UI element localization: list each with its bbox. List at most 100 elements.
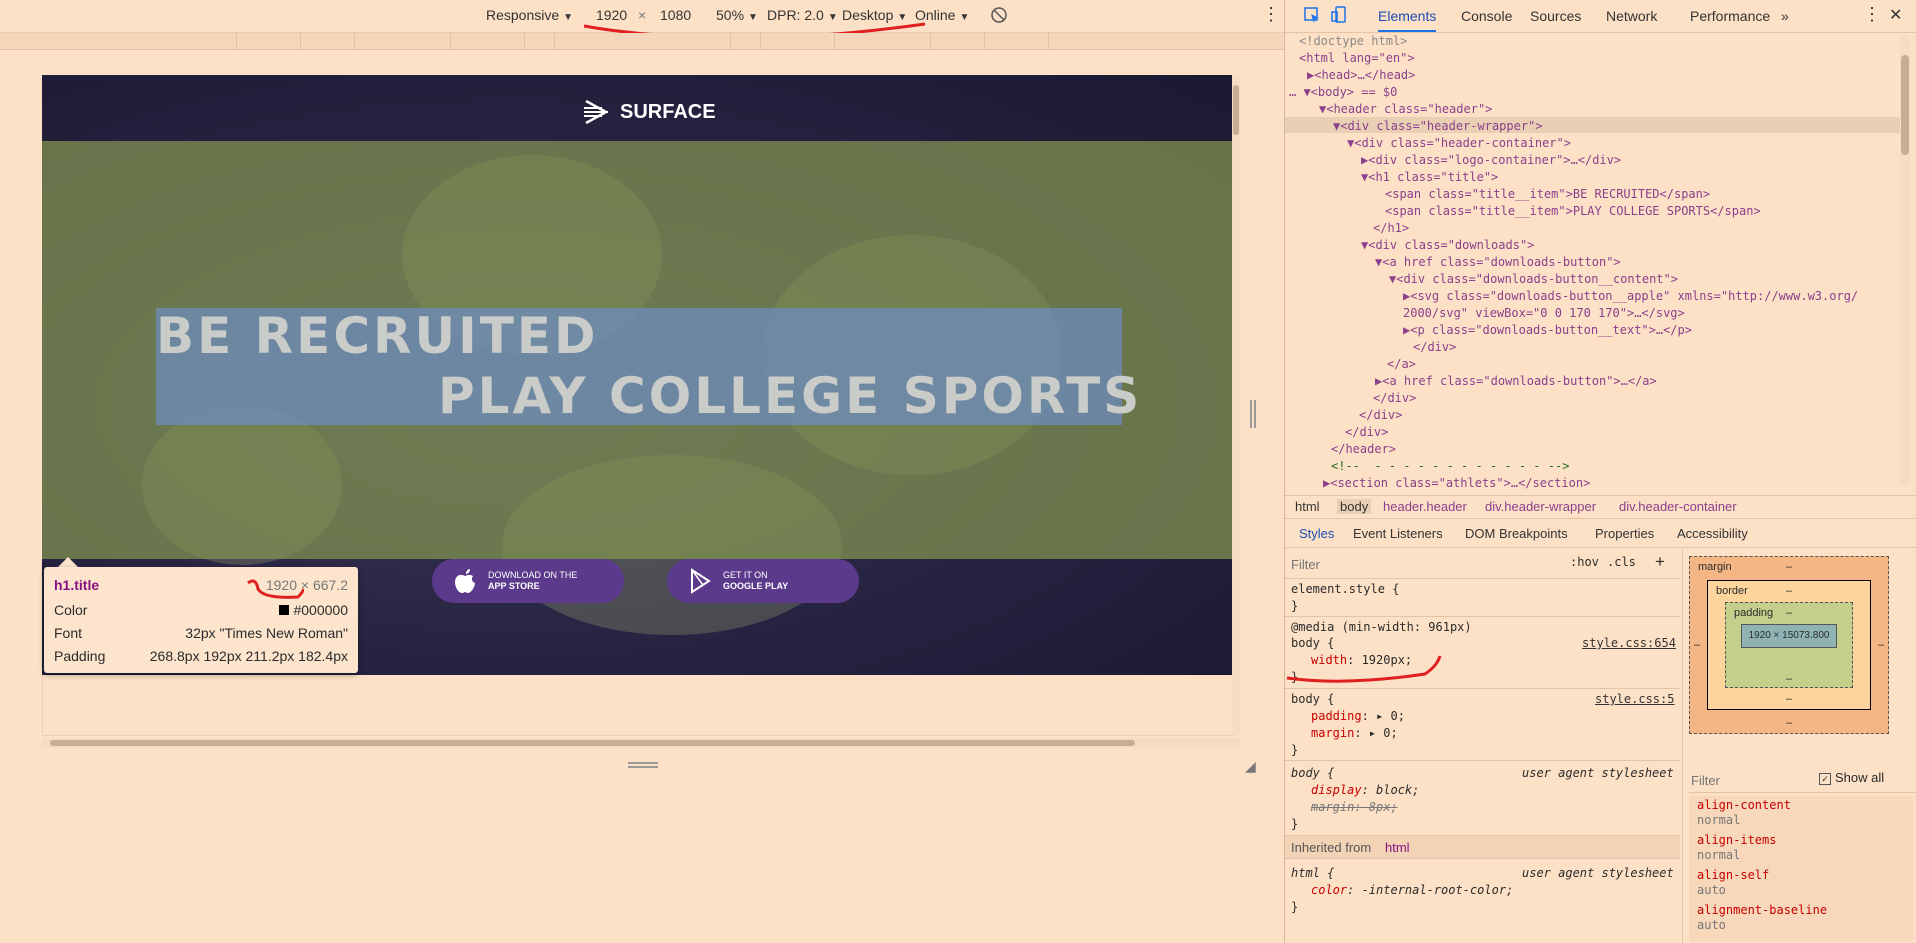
dom-line[interactable]: ▼<div class="header-wrapper">	[1333, 119, 1543, 133]
red-annotation-icon	[247, 579, 304, 599]
computed-prop-name[interactable]: align-items	[1697, 833, 1776, 847]
devtools-tabbar: Elements Console Sources Network Perform…	[1285, 0, 1916, 33]
computed-prop-name[interactable]: align-content	[1697, 798, 1791, 812]
dom-line[interactable]: ▶<svg class="downloads-button__apple" xm…	[1403, 289, 1858, 303]
more-tabs-icon[interactable]: »	[1781, 8, 1789, 24]
dom-line[interactable]: ▶<section class="athlets">…</section>	[1323, 476, 1590, 490]
dom-line[interactable]: </header>	[1331, 442, 1396, 456]
horizontal-scroll-thumb[interactable]	[50, 740, 1135, 746]
styles-filter-input[interactable]	[1289, 553, 1553, 575]
dom-line[interactable]: ▼<div class="header-container">	[1347, 136, 1571, 150]
google-play-top-text: GET IT ON	[723, 570, 768, 580]
resize-handle-bottom[interactable]	[628, 762, 658, 768]
dom-line[interactable]: <!doctype html>	[1299, 34, 1407, 48]
dom-line[interactable]: ▶<head>…</head>	[1307, 68, 1415, 82]
color-swatch-icon	[279, 605, 290, 615]
dom-line[interactable]: <span class="title__item">PLAY COLLEGE S…	[1385, 204, 1761, 218]
content-box[interactable]: 1920 × 15073.800	[1741, 624, 1837, 648]
crumb-html[interactable]: html	[1295, 499, 1320, 514]
rule-html-selector[interactable]: html {	[1291, 866, 1334, 880]
dom-line[interactable]: ▶<a href class="downloads-button">…</a>	[1375, 374, 1657, 388]
app-store-bottom-text: APP STORE	[488, 581, 540, 591]
subtab-accessibility[interactable]: Accessibility	[1677, 526, 1748, 541]
rule-margin-ua-decl: margin: 8px;	[1311, 800, 1398, 814]
tab-sources[interactable]: Sources	[1530, 8, 1581, 24]
tab-performance[interactable]: Performance	[1690, 8, 1770, 24]
device-select[interactable]: Responsive ▼	[486, 7, 573, 23]
subtab-properties[interactable]: Properties	[1595, 526, 1654, 541]
rule-close: }	[1291, 900, 1299, 914]
tooltip-element-name: h1.title	[54, 577, 100, 593]
subtab-styles[interactable]: Styles	[1299, 526, 1334, 541]
resize-handle-right[interactable]	[1250, 400, 1256, 428]
rule-body-selector[interactable]: body {	[1291, 692, 1334, 706]
styles-subtabs: Styles Event Listeners DOM Breakpoints P…	[1285, 521, 1916, 548]
rule-element-style[interactable]: element.style {	[1291, 582, 1399, 596]
apple-icon	[455, 569, 475, 593]
title-line-2: PLAY COLLEGE SPORTS	[438, 367, 1143, 425]
dom-scroll-thumb[interactable]	[1901, 55, 1909, 155]
tab-elements[interactable]: Elements	[1378, 8, 1437, 32]
google-play-button[interactable]: GET IT ON GOOGLE PLAY	[667, 559, 859, 603]
dom-line[interactable]: </div>	[1413, 340, 1456, 354]
dom-line[interactable]: </div>	[1373, 391, 1416, 405]
hov-toggle[interactable]: :hov	[1570, 555, 1599, 569]
vertical-scrollbar[interactable]	[1232, 75, 1240, 735]
dom-comment-line[interactable]: <!-- - - - - - - - - - - - - -->	[1331, 459, 1569, 473]
dom-line[interactable]: </h1>	[1373, 221, 1409, 235]
tooltip-font-value: 32px "Times New Roman"	[185, 625, 348, 641]
dom-line-body[interactable]: … ▼<body> == $0	[1289, 85, 1397, 99]
app-store-button[interactable]: DOWNLOAD ON THE APP STORE	[432, 559, 624, 603]
inherited-element[interactable]: html	[1385, 840, 1410, 855]
vertical-scroll-thumb[interactable]	[1233, 85, 1239, 135]
crumb-header[interactable]: header.header	[1383, 499, 1467, 514]
source-link[interactable]: style.css:654	[1582, 636, 1676, 650]
dom-line[interactable]: ▼<div class="downloads-button__content">	[1389, 272, 1678, 286]
dom-line[interactable]: ▶<div class="logo-container">…</div>	[1361, 153, 1621, 167]
subtab-event-listeners[interactable]: Event Listeners	[1353, 526, 1443, 541]
dom-line[interactable]: ▶<p class="downloads-button__text">…</p>	[1403, 323, 1692, 337]
rule-display-decl: display: block;	[1311, 783, 1420, 797]
new-rule-button[interactable]: +	[1655, 552, 1665, 572]
box-model: margin – – – – border – – padding – – 19…	[1689, 556, 1889, 734]
dom-line[interactable]: 2000/svg" viewBox="0 0 170 170">…</svg>	[1403, 306, 1685, 320]
subtab-dom-breakpoints[interactable]: DOM Breakpoints	[1465, 526, 1568, 541]
show-all-toggle[interactable]: ✓ Show all	[1819, 770, 1884, 785]
rule-padding-decl[interactable]: padding: ▸ 0;	[1311, 709, 1405, 723]
computed-prop-name[interactable]: align-self	[1697, 868, 1769, 882]
ua-label: user agent stylesheet	[1522, 766, 1674, 780]
tooltip-padding-label: Padding	[54, 648, 106, 664]
dom-line[interactable]: <span class="title__item">BE RECRUITED</…	[1385, 187, 1710, 201]
tab-network[interactable]: Network	[1606, 8, 1657, 24]
tab-console[interactable]: Console	[1461, 8, 1512, 24]
dom-line[interactable]: ▼<div class="downloads">	[1361, 238, 1534, 252]
site-logo[interactable]: SURFACE	[582, 97, 716, 127]
rule-body-selector[interactable]: body {	[1291, 636, 1334, 650]
crumb-body[interactable]: body	[1337, 499, 1372, 514]
dom-line[interactable]: </div>	[1345, 425, 1388, 439]
crumb-header-container[interactable]: div.header-container	[1619, 499, 1737, 514]
crumb-header-wrapper[interactable]: div.header-wrapper	[1485, 499, 1596, 514]
devtools-menu-icon[interactable]: ⋮	[1863, 4, 1881, 25]
rule-body-selector[interactable]: body {	[1291, 766, 1334, 780]
inspect-element-icon[interactable]	[1303, 6, 1321, 27]
rotate-icon[interactable]	[990, 6, 1008, 27]
dom-line[interactable]: ▼<h1 class="title">	[1361, 170, 1498, 184]
rule-margin-decl[interactable]: margin: ▸ 0;	[1311, 726, 1398, 740]
dom-line[interactable]: </div>	[1359, 408, 1402, 422]
source-link[interactable]: style.css:5	[1595, 692, 1674, 706]
inherited-label: Inherited from	[1291, 840, 1372, 855]
inherited-header: Inherited from html	[1285, 835, 1680, 859]
device-toolbar-icon[interactable]	[1331, 6, 1349, 27]
more-options-icon[interactable]: ⋮	[1262, 4, 1280, 25]
dom-line[interactable]: ▼<a href class="downloads-button">	[1375, 255, 1621, 269]
close-devtools-icon[interactable]: ✕	[1889, 5, 1902, 25]
computed-filter-input[interactable]	[1689, 770, 1813, 790]
dom-line[interactable]: <html lang="en">	[1299, 51, 1415, 65]
media-query-ruler	[0, 33, 1284, 50]
resize-corner-icon[interactable]: ◢	[1245, 758, 1256, 775]
computed-prop-name[interactable]: alignment-baseline	[1697, 903, 1827, 917]
dom-line[interactable]: </a>	[1387, 357, 1416, 371]
cls-toggle[interactable]: .cls	[1607, 555, 1636, 569]
dom-line[interactable]: ▼<header class="header">	[1319, 102, 1492, 116]
